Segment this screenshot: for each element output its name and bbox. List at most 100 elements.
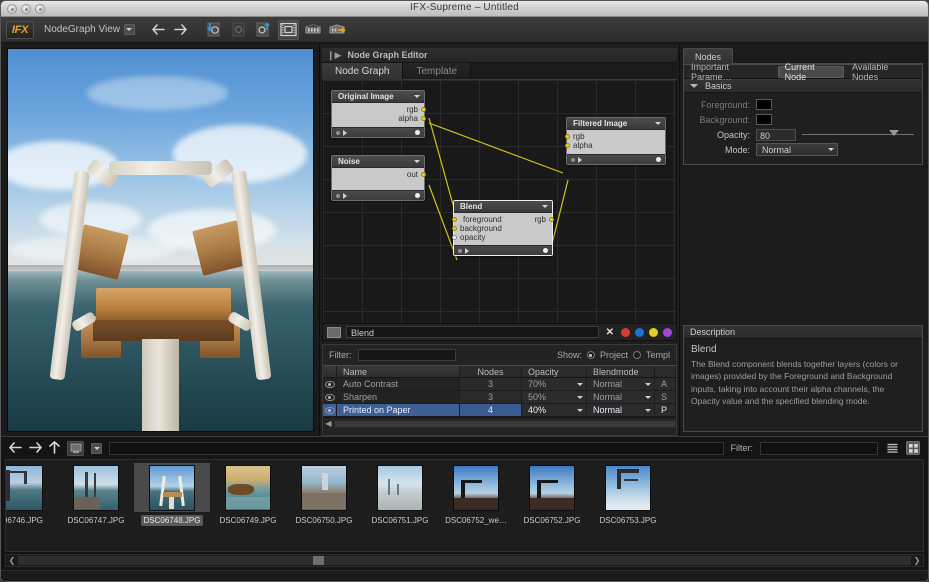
node-name-input[interactable]: Blend [346,326,599,338]
filter-input[interactable] [358,349,456,361]
node-bypass-toggle[interactable] [336,131,340,135]
computer-icon[interactable] [67,441,84,456]
thumbnail-item[interactable]: DSC06751.JPG [362,463,438,526]
segment-available-nodes[interactable]: Available Nodes [846,66,921,78]
column-opacity[interactable]: Opacity [522,366,587,377]
node-expand-icon[interactable] [343,130,347,136]
chevron-down-icon[interactable] [542,205,548,208]
node-title-bar[interactable]: Original Image [332,91,424,103]
node-resize-handle[interactable] [415,130,420,135]
node-resize-handle[interactable] [543,248,548,253]
opacity-input[interactable]: 80 [756,129,796,141]
forward-button[interactable] [172,21,190,39]
color-tag-blue[interactable] [635,328,644,337]
radio-template[interactable] [633,351,641,359]
radio-project[interactable] [587,351,595,359]
node-input-port[interactable]: background [458,224,548,233]
visibility-toggle[interactable] [323,378,337,390]
thumbnail-item[interactable]: DSC06752.JPG [514,463,590,526]
segment-important-parameters[interactable]: Important Parame… [685,66,776,78]
chevron-down-icon[interactable] [690,84,698,88]
scroll-right-icon[interactable]: ❯ [911,556,923,565]
tab-template[interactable]: Template [403,63,471,79]
row-opacity[interactable]: 50% [522,391,587,403]
batch-icon[interactable] [303,20,324,40]
node-expand-icon[interactable] [343,193,347,199]
node-title-bar[interactable]: Noise [332,156,424,168]
node-output-port[interactable]: alpha [336,114,420,123]
node-noise[interactable]: Noise out [331,155,425,201]
view-mode-dropdown[interactable]: NodeGraph View [38,24,137,35]
table-row[interactable]: Printed on Paper 4 40% Normal P [323,404,676,417]
node-resize-handle[interactable] [415,193,420,198]
node-graph-canvas[interactable]: Original Image rgb alpha [322,80,677,324]
node-expand-icon[interactable] [465,248,469,254]
thumbnail-item[interactable]: DSC06748.JPG [134,463,210,526]
visibility-toggle[interactable] [323,391,337,403]
column-name[interactable]: Name [337,366,460,377]
scroll-left-icon[interactable]: ◀ [323,419,334,428]
mode-select[interactable]: Normal [756,143,838,156]
chevron-down-icon[interactable] [414,95,420,98]
node-thumbnail-swatch[interactable] [327,327,341,338]
chevron-down-icon[interactable] [414,160,420,163]
tab-node-graph[interactable]: Node Graph [322,63,403,80]
color-tag-yellow[interactable] [649,328,658,337]
thumbnail-item[interactable]: DSC06753.JPG [590,463,666,526]
node-expand-icon[interactable] [578,157,582,163]
thumbnail-item[interactable]: DSC06750.JPG [286,463,362,526]
batch-export-icon[interactable] [328,20,349,40]
row-opacity[interactable]: 70% [522,378,587,390]
scroll-left-icon[interactable]: ❮ [6,556,18,565]
node-bypass-toggle[interactable] [336,194,340,198]
browser-forward-icon[interactable] [29,442,42,455]
import-icon[interactable] [203,20,224,40]
browser-scroll-track[interactable] [18,556,911,565]
node-input-port[interactable]: opacity [458,233,548,242]
node-input-port[interactable]: foreground rgb [458,215,548,224]
color-tag-purple[interactable] [663,328,672,337]
thumbnail-strip[interactable]: C06746.JPG DSC06747.JPG DSC06748.JPG [5,459,924,552]
row-blendmode[interactable]: Normal [587,378,655,390]
background-color-swatch[interactable] [756,114,772,125]
browser-filter-input[interactable] [760,442,878,455]
grid-icon[interactable] [906,441,920,455]
node-title-bar[interactable]: Filtered Image [567,118,665,130]
thumbnail-item[interactable]: DSC06752_we… [438,463,514,526]
segment-current-node[interactable]: Current Node [778,66,844,78]
node-blend[interactable]: Blend foreground rgb background opacity [453,200,553,256]
render-icon[interactable] [228,20,249,40]
node-filtered-image[interactable]: Filtered Image rgb alpha [566,117,666,165]
table-row[interactable]: Sharpen 3 50% Normal S [323,391,676,404]
add-node-icon[interactable] [253,20,274,40]
thumbnail-item[interactable]: C06746.JPG [5,463,58,526]
row-opacity[interactable]: 40% [522,404,587,416]
list-icon[interactable] [885,441,899,455]
filmstrip-icon[interactable] [278,20,299,40]
foreground-color-swatch[interactable] [756,99,772,110]
browser-back-icon[interactable] [9,442,22,455]
chevron-down-icon[interactable] [655,122,661,125]
browser-horizontal-scrollbar[interactable]: ❮ ❯ [5,554,924,567]
row-blendmode[interactable]: Normal [587,404,655,416]
node-output-port[interactable]: out [336,170,420,179]
node-resize-handle[interactable] [656,157,661,162]
browser-up-icon[interactable] [49,441,60,456]
table-row[interactable]: Auto Contrast 3 70% Normal A [323,378,676,391]
row-blendmode[interactable]: Normal [587,391,655,403]
browser-scroll-thumb[interactable] [313,556,324,565]
thumbnail-item[interactable]: DSC06749.JPG [210,463,286,526]
scroll-track[interactable] [334,420,676,428]
column-blendmode[interactable]: Blendmode [587,366,655,377]
node-title-bar[interactable]: Blend [454,201,552,213]
location-dropdown-icon[interactable] [91,443,102,454]
node-input-port[interactable]: rgb [571,132,661,141]
table-horizontal-scrollbar[interactable]: ◀ [323,417,676,429]
path-input[interactable] [109,442,724,455]
opacity-slider[interactable] [802,129,914,141]
node-bypass-toggle[interactable] [458,249,462,253]
clear-icon[interactable]: ✕ [604,327,616,338]
image-preview[interactable] [7,48,314,432]
color-tag-red[interactable] [621,328,630,337]
node-bypass-toggle[interactable] [571,158,575,162]
